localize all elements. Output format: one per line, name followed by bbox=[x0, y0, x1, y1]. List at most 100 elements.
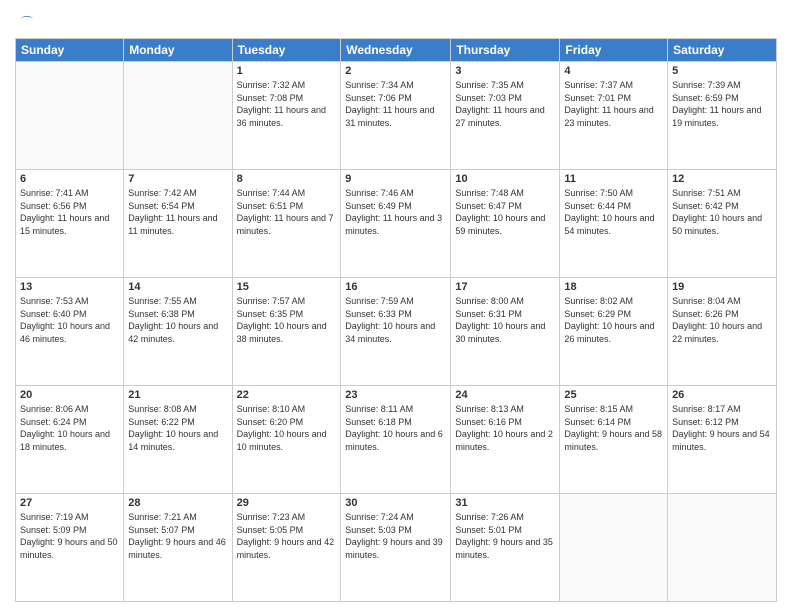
day-info: Sunrise: 7:55 AMSunset: 6:38 PMDaylight:… bbox=[128, 295, 227, 345]
day-info: Sunrise: 7:39 AMSunset: 6:59 PMDaylight:… bbox=[672, 79, 772, 129]
day-number: 24 bbox=[455, 389, 555, 401]
weekday-header-saturday: Saturday bbox=[668, 39, 777, 62]
day-number: 29 bbox=[237, 497, 337, 509]
day-info: Sunrise: 7:44 AMSunset: 6:51 PMDaylight:… bbox=[237, 187, 337, 237]
calendar-week-row: 27Sunrise: 7:19 AMSunset: 5:09 PMDayligh… bbox=[16, 494, 777, 602]
weekday-header-friday: Friday bbox=[560, 39, 668, 62]
calendar-header-row: SundayMondayTuesdayWednesdayThursdayFrid… bbox=[16, 39, 777, 62]
calendar-cell: 6 Sunrise: 7:41 AMSunset: 6:56 PMDaylight… bbox=[16, 170, 124, 278]
day-info: Sunrise: 7:59 AMSunset: 6:33 PMDaylight:… bbox=[345, 295, 446, 345]
day-number: 25 bbox=[564, 389, 663, 401]
calendar-cell: 3 Sunrise: 7:35 AMSunset: 7:03 PMDaylight… bbox=[451, 62, 560, 170]
weekday-header-tuesday: Tuesday bbox=[232, 39, 341, 62]
weekday-header-sunday: Sunday bbox=[16, 39, 124, 62]
day-number: 18 bbox=[564, 281, 663, 293]
day-number: 2 bbox=[345, 65, 446, 77]
day-number: 3 bbox=[455, 65, 555, 77]
day-number: 21 bbox=[128, 389, 227, 401]
calendar-cell: 12 Sunrise: 7:51 AMSunset: 6:42 PMDayligh… bbox=[668, 170, 777, 278]
calendar-week-row: 1Sunrise: 7:32 AMSunset: 7:08 PMDaylight… bbox=[16, 62, 777, 170]
day-info: Sunrise: 8:11 AMSunset: 6:18 PMDaylight:… bbox=[345, 403, 446, 453]
day-number: 17 bbox=[455, 281, 555, 293]
day-number: 4 bbox=[564, 65, 663, 77]
calendar-cell: 24Sunrise: 8:13 AMSunset: 6:16 PMDayligh… bbox=[451, 386, 560, 494]
day-info: Sunrise: 8:17 AMSunset: 6:12 PMDaylight:… bbox=[672, 403, 772, 453]
day-info: Sunrise: 7:21 AMSunset: 5:07 PMDaylight:… bbox=[128, 511, 227, 561]
day-info: Sunrise: 7:50 AMSunset: 6:44 PMDaylight:… bbox=[564, 187, 663, 237]
calendar-cell: 18 Sunrise: 8:02 AMSunset: 6:29 PMDayligh… bbox=[560, 278, 668, 386]
day-info: Sunrise: 7:32 AMSunset: 7:08 PMDaylight:… bbox=[237, 79, 337, 129]
calendar-cell: 4Sunrise: 7:37 AMSunset: 7:01 PMDaylight… bbox=[560, 62, 668, 170]
calendar-cell: 14Sunrise: 7:55 AMSunset: 6:38 PMDayligh… bbox=[124, 278, 232, 386]
calendar-cell: 23 Sunrise: 8:11 AMSunset: 6:18 PMDayligh… bbox=[341, 386, 451, 494]
calendar-cell: 5 Sunrise: 7:39 AMSunset: 6:59 PMDaylight… bbox=[668, 62, 777, 170]
day-number: 6 bbox=[20, 173, 119, 185]
day-info: Sunrise: 8:06 AMSunset: 6:24 PMDaylight:… bbox=[20, 403, 119, 453]
day-number: 15 bbox=[237, 281, 337, 293]
day-info: Sunrise: 7:19 AMSunset: 5:09 PMDaylight:… bbox=[20, 511, 119, 561]
day-info: Sunrise: 8:02 AMSunset: 6:29 PMDaylight:… bbox=[564, 295, 663, 345]
calendar-cell bbox=[668, 494, 777, 602]
day-info: Sunrise: 7:53 AMSunset: 6:40 PMDaylight:… bbox=[20, 295, 119, 345]
day-number: 5 bbox=[672, 65, 772, 77]
calendar-cell: 20 Sunrise: 8:06 AMSunset: 6:24 PMDayligh… bbox=[16, 386, 124, 494]
day-info: Sunrise: 7:23 AMSunset: 5:05 PMDaylight:… bbox=[237, 511, 337, 561]
day-info: Sunrise: 8:08 AMSunset: 6:22 PMDaylight:… bbox=[128, 403, 227, 453]
day-number: 12 bbox=[672, 173, 772, 185]
calendar-cell: 17 Sunrise: 8:00 AMSunset: 6:31 PMDayligh… bbox=[451, 278, 560, 386]
calendar-cell: 13 Sunrise: 7:53 AMSunset: 6:40 PMDayligh… bbox=[16, 278, 124, 386]
calendar-cell: 19 Sunrise: 8:04 AMSunset: 6:26 PMDayligh… bbox=[668, 278, 777, 386]
calendar-cell: 31 Sunrise: 7:26 AMSunset: 5:01 PMDayligh… bbox=[451, 494, 560, 602]
logo-icon bbox=[17, 10, 37, 30]
header bbox=[15, 10, 777, 30]
day-info: Sunrise: 7:42 AMSunset: 6:54 PMDaylight:… bbox=[128, 187, 227, 237]
day-number: 10 bbox=[455, 173, 555, 185]
page: SundayMondayTuesdayWednesdayThursdayFrid… bbox=[0, 0, 792, 612]
day-number: 28 bbox=[128, 497, 227, 509]
day-number: 31 bbox=[455, 497, 555, 509]
day-number: 7 bbox=[128, 173, 227, 185]
calendar-cell: 29 Sunrise: 7:23 AMSunset: 5:05 PMDayligh… bbox=[232, 494, 341, 602]
calendar-week-row: 20 Sunrise: 8:06 AMSunset: 6:24 PMDayligh… bbox=[16, 386, 777, 494]
calendar-cell: 16 Sunrise: 7:59 AMSunset: 6:33 PMDayligh… bbox=[341, 278, 451, 386]
calendar-cell: 26 Sunrise: 8:17 AMSunset: 6:12 PMDayligh… bbox=[668, 386, 777, 494]
calendar-table: SundayMondayTuesdayWednesdayThursdayFrid… bbox=[15, 38, 777, 602]
day-info: Sunrise: 7:51 AMSunset: 6:42 PMDaylight:… bbox=[672, 187, 772, 237]
calendar-cell: 27Sunrise: 7:19 AMSunset: 5:09 PMDayligh… bbox=[16, 494, 124, 602]
day-info: Sunrise: 7:35 AMSunset: 7:03 PMDaylight:… bbox=[455, 79, 555, 129]
day-number: 16 bbox=[345, 281, 446, 293]
day-info: Sunrise: 8:10 AMSunset: 6:20 PMDaylight:… bbox=[237, 403, 337, 453]
calendar-cell: 15 Sunrise: 7:57 AMSunset: 6:35 PMDayligh… bbox=[232, 278, 341, 386]
calendar-cell: 8Sunrise: 7:44 AMSunset: 6:51 PMDaylight… bbox=[232, 170, 341, 278]
calendar-cell: 1Sunrise: 7:32 AMSunset: 7:08 PMDaylight… bbox=[232, 62, 341, 170]
day-number: 19 bbox=[672, 281, 772, 293]
day-number: 22 bbox=[237, 389, 337, 401]
calendar-cell: 9Sunrise: 7:46 AMSunset: 6:49 PMDaylight… bbox=[341, 170, 451, 278]
day-info: Sunrise: 7:41 AMSunset: 6:56 PMDaylight:… bbox=[20, 187, 119, 237]
day-info: Sunrise: 8:00 AMSunset: 6:31 PMDaylight:… bbox=[455, 295, 555, 345]
day-info: Sunrise: 7:34 AMSunset: 7:06 PMDaylight:… bbox=[345, 79, 446, 129]
calendar-cell: 11 Sunrise: 7:50 AMSunset: 6:44 PMDayligh… bbox=[560, 170, 668, 278]
calendar-week-row: 6 Sunrise: 7:41 AMSunset: 6:56 PMDaylight… bbox=[16, 170, 777, 278]
day-info: Sunrise: 7:57 AMSunset: 6:35 PMDaylight:… bbox=[237, 295, 337, 345]
day-info: Sunrise: 8:04 AMSunset: 6:26 PMDaylight:… bbox=[672, 295, 772, 345]
day-info: Sunrise: 7:48 AMSunset: 6:47 PMDaylight:… bbox=[455, 187, 555, 237]
day-number: 30 bbox=[345, 497, 446, 509]
day-number: 9 bbox=[345, 173, 446, 185]
day-info: Sunrise: 8:15 AMSunset: 6:14 PMDaylight:… bbox=[564, 403, 663, 453]
day-number: 11 bbox=[564, 173, 663, 185]
calendar-cell bbox=[16, 62, 124, 170]
weekday-header-wednesday: Wednesday bbox=[341, 39, 451, 62]
day-number: 26 bbox=[672, 389, 772, 401]
calendar-cell: 28 Sunrise: 7:21 AMSunset: 5:07 PMDayligh… bbox=[124, 494, 232, 602]
calendar-cell: 10 Sunrise: 7:48 AMSunset: 6:47 PMDayligh… bbox=[451, 170, 560, 278]
day-number: 23 bbox=[345, 389, 446, 401]
weekday-header-monday: Monday bbox=[124, 39, 232, 62]
calendar-cell: 21 Sunrise: 8:08 AMSunset: 6:22 PMDayligh… bbox=[124, 386, 232, 494]
calendar-cell: 25 Sunrise: 8:15 AMSunset: 6:14 PMDayligh… bbox=[560, 386, 668, 494]
day-info: Sunrise: 7:26 AMSunset: 5:01 PMDaylight:… bbox=[455, 511, 555, 561]
day-number: 20 bbox=[20, 389, 119, 401]
day-number: 13 bbox=[20, 281, 119, 293]
day-info: Sunrise: 7:24 AMSunset: 5:03 PMDaylight:… bbox=[345, 511, 446, 561]
logo bbox=[15, 10, 37, 30]
